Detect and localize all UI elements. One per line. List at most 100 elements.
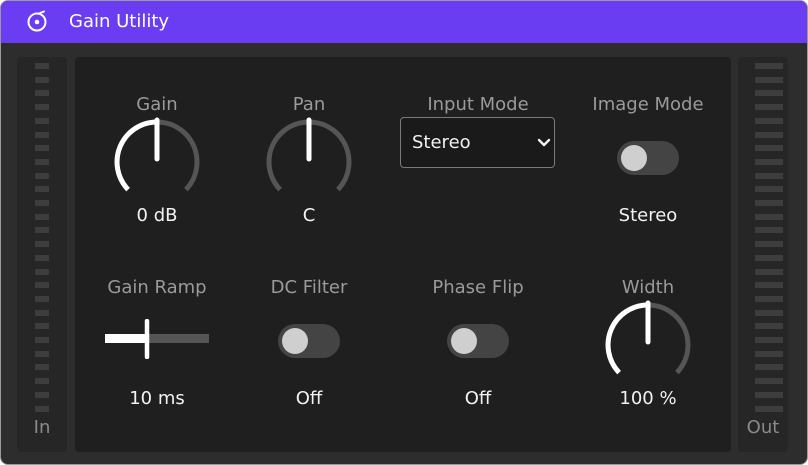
output-meter-segment bbox=[755, 158, 769, 165]
plugin-icon bbox=[27, 10, 47, 32]
output-meter-segment bbox=[769, 158, 783, 165]
gain-label: Gain bbox=[136, 94, 178, 115]
input-meter-segment bbox=[35, 378, 49, 385]
output-meter-segment bbox=[755, 104, 769, 111]
image-mode-toggle[interactable] bbox=[617, 141, 679, 175]
output-meter-segment bbox=[769, 213, 783, 220]
dc-filter-label: DC Filter bbox=[270, 277, 348, 298]
output-meter-segment bbox=[755, 309, 769, 316]
output-meter-segment bbox=[769, 295, 783, 302]
output-meter-segment bbox=[769, 378, 783, 385]
output-meter-segment bbox=[769, 117, 783, 124]
output-meter-segment bbox=[769, 200, 783, 206]
input-meter: In bbox=[17, 57, 67, 452]
input-mode-label: Input Mode bbox=[427, 94, 529, 115]
width-value: 100 % bbox=[619, 388, 677, 409]
input-meter-segment bbox=[35, 200, 49, 206]
input-meter-segment bbox=[35, 172, 49, 179]
output-meter-segment bbox=[755, 90, 769, 97]
output-meter-segment bbox=[769, 172, 783, 179]
input-meter-segment bbox=[35, 337, 49, 343]
output-meter-segment bbox=[755, 268, 769, 275]
output-meter-segment bbox=[769, 405, 783, 412]
output-meter-segment bbox=[769, 254, 783, 261]
window-title: Gain Utility bbox=[69, 11, 170, 32]
gain-utility-window: Gain Utility In Out Gain 0 dB Pan C Inpu… bbox=[0, 0, 808, 465]
input-meter-segment bbox=[35, 405, 49, 412]
image-mode-value: Stereo bbox=[618, 205, 678, 226]
output-meter-segment bbox=[769, 227, 783, 234]
gain-ramp-slider[interactable] bbox=[105, 319, 209, 359]
dc-filter-toggle[interactable] bbox=[278, 324, 340, 358]
input-meter-segment bbox=[35, 158, 49, 165]
pan-value: C bbox=[302, 205, 316, 226]
output-meter-segment bbox=[769, 323, 783, 330]
input-meter-segment bbox=[35, 145, 49, 152]
output-meter-segment bbox=[755, 200, 769, 206]
output-meter-segment bbox=[755, 364, 769, 371]
phase-flip-toggle-thumb bbox=[451, 328, 477, 354]
width-knob[interactable] bbox=[603, 300, 693, 390]
input-meter-segment bbox=[35, 323, 49, 330]
input-meter-segment bbox=[35, 227, 49, 234]
phase-flip-toggle[interactable] bbox=[447, 324, 509, 358]
output-meter-segment bbox=[755, 186, 769, 193]
input-meter-segment bbox=[35, 90, 49, 97]
input-meter-segment bbox=[35, 131, 49, 138]
title-bar: Gain Utility bbox=[1, 1, 807, 43]
input-meter-segment bbox=[35, 309, 49, 316]
output-meter-segment bbox=[769, 76, 783, 83]
input-meter-segment bbox=[35, 364, 49, 371]
output-meter-segment bbox=[755, 63, 769, 69]
output-meter-segment bbox=[769, 131, 783, 138]
output-meter-segment bbox=[769, 104, 783, 111]
output-meter: Out bbox=[738, 57, 788, 452]
gain-ramp-value: 10 ms bbox=[129, 388, 185, 409]
controls-panel: Gain 0 dB Pan C Input Mode Stereo Image … bbox=[75, 57, 731, 452]
input-meter-segment bbox=[35, 186, 49, 193]
image-mode-toggle-thumb bbox=[621, 145, 647, 171]
output-meter-segment bbox=[755, 145, 769, 152]
input-meter-segment bbox=[35, 213, 49, 220]
output-meter-segment bbox=[769, 90, 783, 97]
output-meter-segment bbox=[755, 117, 769, 124]
input-meter-segment bbox=[35, 391, 49, 398]
output-meter-segment bbox=[755, 350, 769, 357]
output-meter-segment bbox=[755, 131, 769, 138]
output-meter-segment bbox=[755, 241, 769, 248]
output-meter-segment bbox=[769, 145, 783, 152]
input-meter-segment bbox=[35, 241, 49, 248]
output-meter-segment bbox=[769, 282, 783, 289]
input-mode-select[interactable]: Stereo bbox=[400, 117, 555, 168]
gain-value: 0 dB bbox=[136, 205, 178, 226]
output-meter-segment bbox=[755, 254, 769, 261]
output-meter-segment bbox=[755, 391, 769, 398]
dc-filter-toggle-thumb bbox=[282, 328, 308, 354]
input-meter-segment bbox=[35, 282, 49, 289]
phase-flip-label: Phase Flip bbox=[432, 277, 524, 298]
output-meter-segment bbox=[755, 323, 769, 330]
input-meter-segment bbox=[35, 104, 49, 111]
phase-flip-value: Off bbox=[464, 388, 492, 409]
output-meter-segment bbox=[769, 63, 783, 69]
output-meter-segment bbox=[769, 241, 783, 248]
input-mode-selected: Stereo bbox=[412, 132, 471, 153]
gain-knob[interactable] bbox=[112, 117, 202, 207]
output-meter-segment bbox=[755, 405, 769, 412]
pan-label: Pan bbox=[292, 94, 326, 115]
input-meter-segment bbox=[35, 268, 49, 275]
pan-knob[interactable] bbox=[264, 117, 354, 207]
dc-filter-value: Off bbox=[295, 388, 323, 409]
output-meter-label: Out bbox=[746, 417, 780, 438]
input-meter-segment bbox=[35, 117, 49, 124]
output-meter-segment bbox=[769, 350, 783, 357]
width-label: Width bbox=[621, 277, 675, 298]
output-meter-segment bbox=[755, 227, 769, 234]
input-meter-segment bbox=[35, 350, 49, 357]
output-meter-segment bbox=[755, 337, 769, 343]
output-meter-segment bbox=[755, 378, 769, 385]
output-meter-segment bbox=[769, 391, 783, 398]
output-meter-segment bbox=[755, 213, 769, 220]
output-meter-segment bbox=[755, 282, 769, 289]
chevron-down-icon bbox=[537, 138, 551, 147]
